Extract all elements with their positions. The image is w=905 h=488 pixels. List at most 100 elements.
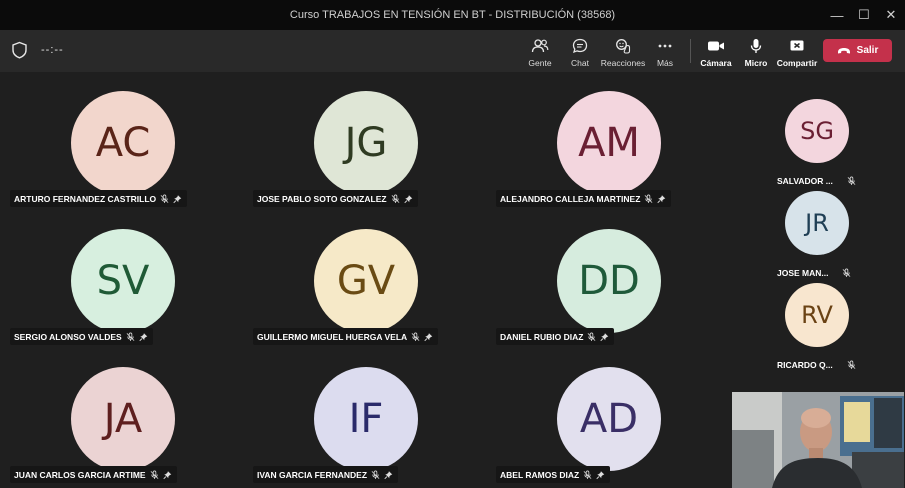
people-label: Gente: [528, 58, 552, 68]
chat-button[interactable]: Chat: [567, 33, 593, 71]
reactions-label: Reacciones: [600, 58, 646, 68]
shield-icon[interactable]: [11, 41, 28, 59]
close-window-button[interactable]: ✕: [880, 5, 902, 25]
participant-nameplate: SERGIO ALONSO VALDES: [10, 328, 153, 345]
avatar: GV: [314, 229, 418, 333]
side-participant-tile[interactable]: SG SALVADOR ...: [767, 99, 867, 189]
camera-label: Cámara: [700, 58, 732, 68]
participant-nameplate: DANIEL RUBIO DIAZ: [496, 328, 615, 345]
mic-muted-icon: [391, 194, 399, 203]
participant-nameplate: ABEL RAMOS DIAZ: [496, 466, 611, 483]
hang-up-icon: [837, 47, 850, 53]
pin-icon[interactable]: [384, 470, 393, 480]
reactions-icon: [615, 39, 630, 54]
avatar: AD: [557, 367, 661, 471]
side-participant-tile[interactable]: RV RICARDO Q...: [767, 283, 867, 373]
people-button[interactable]: Gente: [525, 33, 555, 71]
participant-name: ARTURO FERNANDEZ CASTRILLO: [14, 193, 157, 204]
title-bar: Curso TRABAJOS EN TENSIÓN EN BT - DISTRI…: [0, 0, 905, 30]
mic-muted-icon: [843, 268, 851, 277]
avatar: JR: [785, 191, 849, 255]
share-button[interactable]: Compartir: [776, 33, 818, 71]
mic-muted-icon: [645, 194, 653, 203]
camera-button[interactable]: Cámara: [700, 33, 732, 71]
participant-name: JOSE MAN...: [777, 267, 829, 278]
participant-name: SALVADOR ...: [777, 175, 833, 186]
participant-tile[interactable]: AD ABEL RAMOS DIAZ: [496, 367, 732, 483]
window-title: Curso TRABAJOS EN TENSIÓN EN BT - DISTRI…: [289, 9, 616, 21]
mic-muted-icon: [847, 176, 856, 185]
pin-icon[interactable]: [657, 194, 666, 204]
participant-name: ALEJANDRO CALLEJA MARTINEZ: [500, 193, 641, 204]
participant-tile[interactable]: AC ARTURO FERNANDEZ CASTRILLO: [10, 91, 246, 207]
participant-name: RICARDO Q...: [777, 359, 833, 370]
participant-tile[interactable]: SV SERGIO ALONSO VALDES: [10, 229, 246, 345]
mic-label: Micro: [744, 58, 768, 68]
participant-nameplate: JUAN CARLOS GARCIA ARTIME: [10, 466, 177, 483]
side-participant-tile[interactable]: JR JOSE MAN...: [767, 191, 867, 281]
pin-icon[interactable]: [596, 470, 605, 480]
pin-icon[interactable]: [139, 332, 148, 342]
maximize-button[interactable]: ☐: [853, 5, 875, 25]
mic-muted-icon: [411, 332, 420, 341]
participant-nameplate: ALEJANDRO CALLEJA MARTINEZ: [496, 190, 672, 207]
avatar: AC: [71, 91, 175, 195]
participant-name: IVAN GARCIA FERNANDEZ: [257, 469, 368, 480]
participant-nameplate: SALVADOR ...: [773, 172, 861, 189]
participant-tile[interactable]: IF IVAN GARCIA FERNANDEZ: [253, 367, 489, 483]
participant-tile[interactable]: AM ALEJANDRO CALLEJA MARTINEZ: [496, 91, 732, 207]
mic-muted-icon: [588, 332, 596, 341]
mic-muted-icon: [583, 470, 592, 479]
mic-muted-icon: [160, 194, 169, 203]
toolbar-divider: [690, 39, 691, 63]
participant-name: DANIEL RUBIO DIAZ: [500, 331, 584, 342]
avatar: SG: [785, 99, 849, 163]
avatar: IF: [314, 367, 418, 471]
self-video-frame: [732, 392, 904, 488]
chat-icon: [572, 38, 588, 54]
avatar: JA: [71, 367, 175, 471]
avatar: SV: [71, 229, 175, 333]
leave-label: Salir: [856, 45, 879, 56]
self-video-preview[interactable]: [732, 392, 904, 488]
avatar: DD: [557, 229, 661, 333]
participant-name: ABEL RAMOS DIAZ: [500, 469, 580, 480]
avatar: RV: [785, 283, 849, 347]
minimize-button[interactable]: —: [826, 5, 848, 25]
participant-nameplate: IVAN GARCIA FERNANDEZ: [253, 466, 399, 483]
avatar: AM: [557, 91, 661, 195]
participant-name: JUAN CARLOS GARCIA ARTIME: [14, 469, 146, 480]
participant-nameplate: RICARDO Q...: [773, 356, 861, 373]
mic-button[interactable]: Micro: [744, 33, 768, 71]
camera-icon: [708, 41, 724, 51]
participant-tile[interactable]: JG JOSE PABLO SOTO GONZALEZ: [253, 91, 489, 207]
mic-muted-icon: [847, 360, 856, 369]
participant-nameplate: ARTURO FERNANDEZ CASTRILLO: [10, 190, 188, 207]
people-icon: [531, 39, 549, 53]
share-screen-icon: [790, 40, 804, 51]
mic-muted-icon: [126, 332, 135, 341]
participant-nameplate: JOSE MAN...: [773, 264, 856, 281]
more-label: Más: [656, 58, 674, 68]
participant-tile[interactable]: JA JUAN CARLOS GARCIA ARTIME: [10, 367, 246, 483]
pin-icon[interactable]: [173, 194, 182, 204]
pin-icon[interactable]: [403, 194, 413, 204]
participant-name: GUILLERMO MIGUEL HUERGA VELA: [257, 331, 408, 342]
more-button[interactable]: Más: [652, 33, 678, 71]
pin-icon[interactable]: [424, 332, 433, 342]
participant-tile[interactable]: GV GUILLERMO MIGUEL HUERGA VELA: [253, 229, 489, 345]
share-label: Compartir: [776, 58, 818, 68]
mic-muted-icon: [371, 470, 380, 479]
reactions-button[interactable]: Reacciones: [600, 33, 646, 71]
chat-label: Chat: [571, 58, 589, 68]
participant-nameplate: JOSE PABLO SOTO GONZALEZ: [253, 190, 418, 207]
meeting-timer: --:--: [41, 44, 64, 56]
more-icon: [658, 44, 672, 48]
participant-nameplate: GUILLERMO MIGUEL HUERGA VELA: [253, 328, 439, 345]
participant-tile[interactable]: DD DANIEL RUBIO DIAZ: [496, 229, 732, 345]
pin-icon[interactable]: [600, 332, 609, 342]
pin-icon[interactable]: [162, 470, 172, 480]
leave-button[interactable]: Salir: [823, 39, 892, 62]
participant-name: SERGIO ALONSO VALDES: [14, 331, 122, 342]
mic-muted-icon: [150, 470, 158, 479]
